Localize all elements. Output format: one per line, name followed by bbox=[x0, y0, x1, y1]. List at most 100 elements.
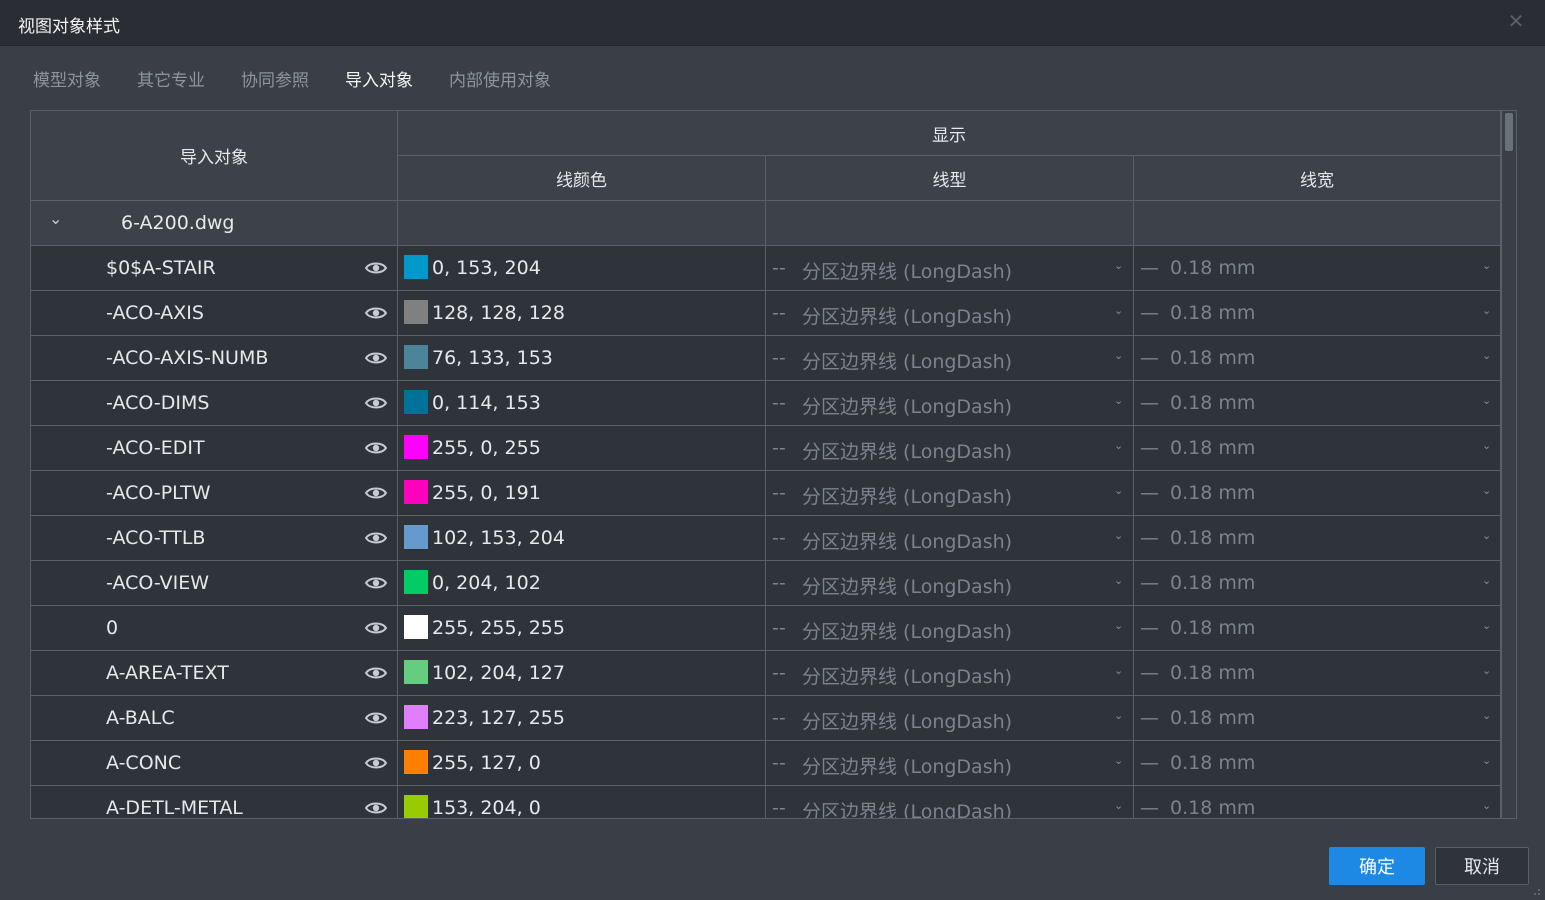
line-type-dropdown[interactable]: -- 分区边界线 (LongDash) ⌄ bbox=[766, 786, 1134, 818]
line-type-dropdown[interactable]: -- 分区边界线 (LongDash) ⌄ bbox=[766, 246, 1134, 290]
dropdown-arrow-icon[interactable]: ⌄ bbox=[1482, 484, 1491, 497]
table-row[interactable]: -ACO-TTLB 102, 153, 204 -- 分区边界线 (LongDash)… bbox=[31, 516, 1501, 561]
group-row[interactable]: ⌄ 6-A200.dwg bbox=[31, 201, 1501, 246]
line-color-cell[interactable]: 128, 128, 128 bbox=[398, 291, 766, 335]
dropdown-arrow-icon[interactable]: ⌄ bbox=[1482, 619, 1491, 632]
color-swatch[interactable] bbox=[404, 435, 428, 459]
line-weight-dropdown[interactable]: — 0.18 mm ⌄ bbox=[1134, 741, 1501, 785]
line-weight-dropdown[interactable]: — 0.18 mm ⌄ bbox=[1134, 651, 1501, 695]
color-swatch[interactable] bbox=[404, 480, 428, 504]
table-row[interactable]: A-BALC 223, 127, 255 -- 分区边界线 (LongDash) ⌄ — 0… bbox=[31, 696, 1501, 741]
color-swatch[interactable] bbox=[404, 615, 428, 639]
dropdown-arrow-icon[interactable]: ⌄ bbox=[1114, 664, 1123, 677]
dropdown-arrow-icon[interactable]: ⌄ bbox=[1482, 664, 1491, 677]
line-color-cell[interactable]: 255, 255, 255 bbox=[398, 606, 766, 650]
dropdown-arrow-icon[interactable]: ⌄ bbox=[1482, 754, 1491, 767]
dropdown-arrow-icon[interactable]: ⌄ bbox=[1114, 259, 1123, 272]
color-swatch[interactable] bbox=[404, 390, 428, 414]
tab-4[interactable]: 内部使用对象 bbox=[449, 66, 551, 94]
eye-icon[interactable] bbox=[364, 394, 388, 412]
dropdown-arrow-icon[interactable]: ⌄ bbox=[1482, 394, 1491, 407]
line-color-cell[interactable]: 153, 204, 0 bbox=[398, 786, 766, 818]
line-color-cell[interactable]: 76, 133, 153 bbox=[398, 336, 766, 380]
table-row[interactable]: -ACO-AXIS 128, 128, 128 -- 分区边界线 (LongDash)… bbox=[31, 291, 1501, 336]
eye-icon[interactable] bbox=[364, 664, 388, 682]
eye-icon[interactable] bbox=[364, 304, 388, 322]
line-color-cell[interactable]: 255, 0, 191 bbox=[398, 471, 766, 515]
header-line-type[interactable]: 线型 bbox=[766, 156, 1134, 201]
tab-0[interactable]: 模型对象 bbox=[33, 66, 101, 94]
line-weight-dropdown[interactable]: — 0.18 mm ⌄ bbox=[1134, 786, 1501, 818]
dropdown-arrow-icon[interactable]: ⌄ bbox=[1114, 394, 1123, 407]
line-color-cell[interactable]: 102, 153, 204 bbox=[398, 516, 766, 560]
line-type-dropdown[interactable]: -- 分区边界线 (LongDash) ⌄ bbox=[766, 696, 1134, 740]
eye-icon[interactable] bbox=[364, 529, 388, 547]
line-weight-dropdown[interactable]: — 0.18 mm ⌄ bbox=[1134, 606, 1501, 650]
table-row[interactable]: -ACO-PLTW 255, 0, 191 -- 分区边界线 (LongDash) ⌄ —… bbox=[31, 471, 1501, 516]
dropdown-arrow-icon[interactable]: ⌄ bbox=[1482, 529, 1491, 542]
table-row[interactable]: A-AREA-TEXT 102, 204, 127 -- 分区边界线 (LongDas… bbox=[31, 651, 1501, 696]
dropdown-arrow-icon[interactable]: ⌄ bbox=[1114, 709, 1123, 722]
line-weight-dropdown[interactable]: — 0.18 mm ⌄ bbox=[1134, 336, 1501, 380]
line-type-dropdown[interactable]: -- 分区边界线 (LongDash) ⌄ bbox=[766, 741, 1134, 785]
tab-3[interactable]: 导入对象 bbox=[345, 66, 413, 94]
line-weight-dropdown[interactable]: — 0.18 mm ⌄ bbox=[1134, 246, 1501, 290]
tab-2[interactable]: 协同参照 bbox=[241, 66, 309, 94]
color-swatch[interactable] bbox=[404, 705, 428, 729]
dropdown-arrow-icon[interactable]: ⌄ bbox=[1482, 799, 1491, 812]
color-swatch[interactable] bbox=[404, 750, 428, 774]
dropdown-arrow-icon[interactable]: ⌄ bbox=[1114, 529, 1123, 542]
dropdown-arrow-icon[interactable]: ⌄ bbox=[1114, 619, 1123, 632]
eye-icon[interactable] bbox=[364, 619, 388, 637]
line-type-dropdown[interactable]: -- 分区边界线 (LongDash) ⌄ bbox=[766, 291, 1134, 335]
close-icon[interactable]: ✕ bbox=[1505, 10, 1527, 32]
line-type-dropdown[interactable]: -- 分区边界线 (LongDash) ⌄ bbox=[766, 426, 1134, 470]
dropdown-arrow-icon[interactable]: ⌄ bbox=[1114, 799, 1123, 812]
table-row[interactable]: -ACO-AXIS-NUMB 76, 133, 153 -- 分区边界线 (LongD… bbox=[31, 336, 1501, 381]
eye-icon[interactable] bbox=[364, 754, 388, 772]
line-type-dropdown[interactable]: -- 分区边界线 (LongDash) ⌄ bbox=[766, 606, 1134, 650]
dropdown-arrow-icon[interactable]: ⌄ bbox=[1114, 304, 1123, 317]
dropdown-arrow-icon[interactable]: ⌄ bbox=[1114, 484, 1123, 497]
color-swatch[interactable] bbox=[404, 525, 428, 549]
vertical-scrollbar[interactable] bbox=[1501, 111, 1516, 818]
line-color-cell[interactable]: 255, 0, 255 bbox=[398, 426, 766, 470]
resize-grip-icon[interactable] bbox=[1531, 886, 1541, 896]
scroll-thumb[interactable] bbox=[1505, 113, 1513, 151]
table-row[interactable]: 0 255, 255, 255 -- 分区边界线 (LongDash) ⌄ — 0.18 m… bbox=[31, 606, 1501, 651]
line-type-dropdown[interactable]: -- 分区边界线 (LongDash) ⌄ bbox=[766, 561, 1134, 605]
line-type-dropdown[interactable]: -- 分区边界线 (LongDash) ⌄ bbox=[766, 471, 1134, 515]
table-row[interactable]: -ACO-EDIT 255, 0, 255 -- 分区边界线 (LongDash) ⌄ —… bbox=[31, 426, 1501, 471]
table-row[interactable]: -ACO-VIEW 0, 204, 102 -- 分区边界线 (LongDash) ⌄ —… bbox=[31, 561, 1501, 606]
color-swatch[interactable] bbox=[404, 795, 428, 818]
line-weight-dropdown[interactable]: — 0.18 mm ⌄ bbox=[1134, 381, 1501, 425]
table-row[interactable]: -ACO-DIMS 0, 114, 153 -- 分区边界线 (LongDash) ⌄ —… bbox=[31, 381, 1501, 426]
dropdown-arrow-icon[interactable]: ⌄ bbox=[1114, 439, 1123, 452]
line-color-cell[interactable]: 0, 153, 204 bbox=[398, 246, 766, 290]
dropdown-arrow-icon[interactable]: ⌄ bbox=[1482, 259, 1491, 272]
eye-icon[interactable] bbox=[364, 259, 388, 277]
eye-icon[interactable] bbox=[364, 484, 388, 502]
line-type-dropdown[interactable]: -- 分区边界线 (LongDash) ⌄ bbox=[766, 381, 1134, 425]
line-weight-dropdown[interactable]: — 0.18 mm ⌄ bbox=[1134, 696, 1501, 740]
line-type-dropdown[interactable]: -- 分区边界线 (LongDash) ⌄ bbox=[766, 516, 1134, 560]
cancel-button[interactable]: 取消 bbox=[1435, 847, 1529, 885]
color-swatch[interactable] bbox=[404, 570, 428, 594]
line-color-cell[interactable]: 102, 204, 127 bbox=[398, 651, 766, 695]
header-line-color[interactable]: 线颜色 bbox=[398, 156, 766, 201]
eye-icon[interactable] bbox=[364, 574, 388, 592]
eye-icon[interactable] bbox=[364, 349, 388, 367]
line-color-cell[interactable]: 223, 127, 255 bbox=[398, 696, 766, 740]
color-swatch[interactable] bbox=[404, 300, 428, 324]
line-weight-dropdown[interactable]: — 0.18 mm ⌄ bbox=[1134, 471, 1501, 515]
line-weight-dropdown[interactable]: — 0.18 mm ⌄ bbox=[1134, 561, 1501, 605]
dropdown-arrow-icon[interactable]: ⌄ bbox=[1482, 349, 1491, 362]
table-row[interactable]: A-DETL-METAL 153, 204, 0 -- 分区边界线 (LongDash… bbox=[31, 786, 1501, 818]
dropdown-arrow-icon[interactable]: ⌄ bbox=[1114, 349, 1123, 362]
line-color-cell[interactable]: 0, 204, 102 bbox=[398, 561, 766, 605]
dropdown-arrow-icon[interactable]: ⌄ bbox=[1482, 439, 1491, 452]
ok-button[interactable]: 确定 bbox=[1329, 847, 1425, 885]
dropdown-arrow-icon[interactable]: ⌄ bbox=[1114, 754, 1123, 767]
line-weight-dropdown[interactable]: — 0.18 mm ⌄ bbox=[1134, 291, 1501, 335]
table-row[interactable]: A-CONC 255, 127, 0 -- 分区边界线 (LongDash) ⌄ — 0.1… bbox=[31, 741, 1501, 786]
